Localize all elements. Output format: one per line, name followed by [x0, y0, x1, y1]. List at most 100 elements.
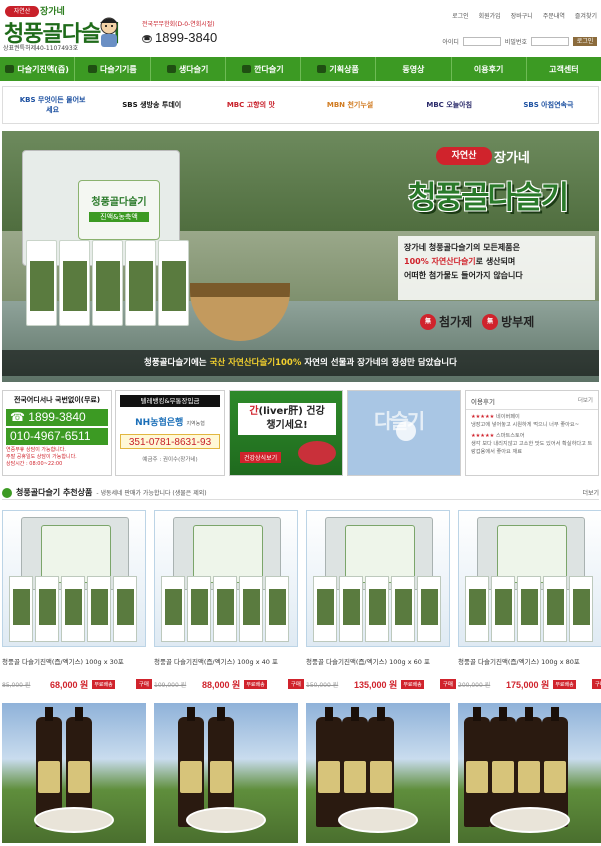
pack-image — [92, 240, 123, 326]
bottle-product-image[interactable] — [2, 703, 146, 843]
link-join[interactable]: 회원가입 — [479, 11, 501, 20]
nav-label: 이용후기 — [473, 64, 504, 74]
reviews-more-link[interactable]: 더보기 — [578, 396, 593, 406]
nav-item-reviews[interactable]: 이용후기 — [452, 57, 527, 81]
liver-health-box[interactable]: 간(liver肝) 건강 챙기세요! 건강상식보기 — [229, 390, 343, 476]
product-name[interactable]: 청풍골 다슬기진액(즙/엑기스) 100g x 80포 — [458, 656, 601, 666]
link-orders[interactable]: 주문내역 — [543, 11, 565, 20]
bottle-product-image[interactable] — [154, 703, 298, 843]
banner-copy-line1: 장가네 청풍골다슬기의 모든제품은 — [404, 243, 520, 252]
nav-label: 고객센터 — [549, 64, 579, 74]
reviews-header: 이용후기 더보기 — [466, 391, 598, 410]
review-stars: ★★★★★ — [471, 414, 495, 420]
nav-label: 다슬기진액(즙) — [17, 64, 69, 74]
no-additives: 無 첨가제 無 방부제 — [420, 313, 534, 330]
product-name[interactable]: 청풍골 다슬기진액(즙/엑기스) 100g x 60 포 — [306, 656, 456, 666]
product-price: 175,000 원 — [506, 679, 550, 690]
phone-primary-number: 1899-3840 — [28, 410, 86, 424]
call-box[interactable]: 전국어디서나 국번없이(무료) ☎ 1899-3840 010-4967-651… — [2, 390, 112, 476]
product-image[interactable] — [458, 510, 601, 647]
nav-label: 다슬기기름 — [99, 64, 137, 74]
banner-tag: 자연산 — [436, 147, 492, 165]
banner-bottom-a: 청풍골다슬기에는 — [144, 358, 207, 368]
banner-bottom-bar: 청풍골다슬기에는 국산 자연산다슬기100% 자연의 선물과 장가네의 정성만 … — [2, 350, 599, 376]
bottle-product-image[interactable] — [458, 703, 601, 843]
info-row: 전국어디서나 국번없이(무료) ☎ 1899-3840 010-4967-651… — [2, 390, 599, 476]
login-pw-label: 비밀번호 — [504, 39, 527, 46]
nav-item-special[interactable]: 기획상품 — [301, 57, 377, 81]
banner-copy-highlight: 100% 자연산다슬기 — [404, 257, 476, 266]
product-price: 68,000 원 — [50, 679, 89, 690]
broadcast-sbs-morning[interactable]: SBS 아침연속극 — [513, 100, 583, 110]
liver-cta: 챙기세요! — [266, 420, 308, 431]
recommend-more-link[interactable]: 더보기 — [582, 488, 599, 497]
call-hours: 상담시간 : 08:00~22:00 — [6, 461, 63, 467]
nav-item-peeled[interactable]: 깐다슬기 — [226, 57, 301, 81]
health-info-button[interactable]: 건강상식보기 — [240, 452, 282, 463]
product-image[interactable] — [306, 510, 450, 647]
box-subtitle: 진액&농축액 — [89, 212, 149, 222]
product-price-row: 109,000 원 88,000 원 무료배송 구매 — [154, 678, 304, 690]
mascot-icon — [100, 17, 118, 47]
leaf-icon — [242, 65, 252, 73]
product-old-price: 85,000 원 — [2, 681, 31, 689]
play-icon[interactable] — [396, 421, 416, 441]
page: 자연산 장가네 청풍골다슬기 상표권특허제40-1107493호 전국무무한회(… — [0, 0, 601, 846]
leaf-icon — [317, 65, 327, 73]
broadcast-kbs[interactable]: KBS 무엇이든 물어보세요 — [18, 95, 88, 115]
product-name[interactable]: 청풍골 다슬기진액(즙/엑기스) 100g x 30포 — [2, 656, 152, 666]
product-price: 88,000 원 — [202, 679, 241, 690]
video-box[interactable]: 다슬기 — [347, 390, 461, 476]
no-additive-label: 첨가제 — [439, 315, 473, 329]
phone-icon: ☎ — [142, 34, 152, 43]
phone-primary[interactable]: ☎ 1899-3840 — [6, 409, 108, 426]
banner-title: 청풍골다슬기 — [408, 180, 569, 216]
banner-copy-line3: 어떠한 첨가물도 들어가지 않습니다 — [404, 271, 523, 280]
buy-button[interactable]: 구매 — [135, 679, 152, 689]
recommend-title: 청풍골다슬기 추천상품 — [16, 488, 93, 497]
bank-sub: 지역농협 — [186, 421, 205, 427]
review-item[interactable]: ★★★★★ 네이버페이 냉장고에 넣어놓고 시원하게 먹으니 너무 좋아요~ — [466, 410, 598, 429]
phone-mobile[interactable]: 010-4967-6511 — [6, 428, 108, 445]
header-phone-number: 1899-3840 — [155, 30, 218, 45]
nav-item-support[interactable]: 고객센터 — [527, 57, 601, 81]
nav-label: 기획상품 — [329, 64, 359, 74]
broadcast-mbn[interactable]: MBN 천기누설 — [315, 100, 385, 110]
nav-item-oil[interactable]: 다슬기기름 — [75, 57, 151, 81]
reviews-box: 이용후기 더보기 ★★★★★ 네이버페이 냉장고에 넣어놓고 시원하게 먹으니 너… — [465, 390, 599, 476]
product-image[interactable] — [2, 510, 146, 647]
broadcast-mbc-hometown[interactable]: MBC 고향의 맛 — [216, 100, 286, 110]
nav-label: 생다슬기 — [178, 64, 209, 74]
buy-button[interactable]: 구매 — [591, 679, 601, 689]
link-bookmark[interactable]: 즐겨찾기 — [575, 11, 597, 20]
bottle-product-image[interactable] — [306, 703, 450, 843]
buy-button[interactable]: 구매 — [439, 679, 456, 689]
review-stars: ★★★★★ — [471, 433, 495, 439]
link-cart[interactable]: 장바구니 — [511, 11, 533, 20]
broadcast-mbc-morning[interactable]: MBC 오늘아침 — [414, 100, 484, 110]
login-id-input[interactable] — [462, 37, 501, 46]
banner-bottom-c: 자연의 선물과 장가네의 정성만 담았습니다 — [304, 358, 457, 368]
login-password-input[interactable] — [531, 37, 569, 46]
review-user: 네이버페이 — [495, 414, 520, 420]
product-price-row: 85,000 원 68,000 원 무료배송 구매 — [2, 678, 152, 690]
product-image[interactable] — [154, 510, 298, 647]
nav-item-raw[interactable]: 생다슬기 — [151, 57, 226, 81]
box-title: 청풍골다슬기 — [91, 197, 147, 208]
broadcast-strip: KBS 무엇이든 물어보세요 SBS 생방송 투데이 MBC 고향의 맛 MBN… — [2, 86, 599, 124]
nav-item-video[interactable]: 동영상 — [376, 57, 452, 81]
call-notes: 연중무휴 상담이 가능합니다. 주말 공휴일도 상담이 가능합니다. 상담시간 … — [6, 447, 108, 468]
link-login[interactable]: 로그인 — [452, 11, 469, 20]
bank-name-text: NH농협은행 — [135, 418, 184, 428]
product-name[interactable]: 청풍골 다슬기진액(즙/엑기스) 100g x 40 포 — [154, 656, 304, 666]
banner-bottom-b: 국산 자연산다슬기100% — [209, 358, 302, 368]
call-box-title: 전국어디서나 국번없이(무료) — [3, 394, 111, 406]
broadcast-sbs-today[interactable]: SBS 생방송 투데이 — [117, 100, 187, 110]
header-phone[interactable]: ☎ 1899-3840 — [142, 30, 217, 45]
review-item[interactable]: ★★★★★ 스마트스토어 생각 보다 내리지않고 고소한 맛도 있어서 확실하다… — [466, 429, 598, 456]
login-button[interactable]: 로그인 — [573, 37, 597, 46]
nav-item-extract[interactable]: 다슬기진액(즙) — [0, 57, 76, 81]
buy-button[interactable]: 구매 — [287, 679, 304, 689]
review-text: 냉장고에 넣어놓고 시원하게 먹으니 너무 좋아요~ — [471, 422, 580, 428]
no-preservative-label: 방부제 — [501, 315, 535, 329]
